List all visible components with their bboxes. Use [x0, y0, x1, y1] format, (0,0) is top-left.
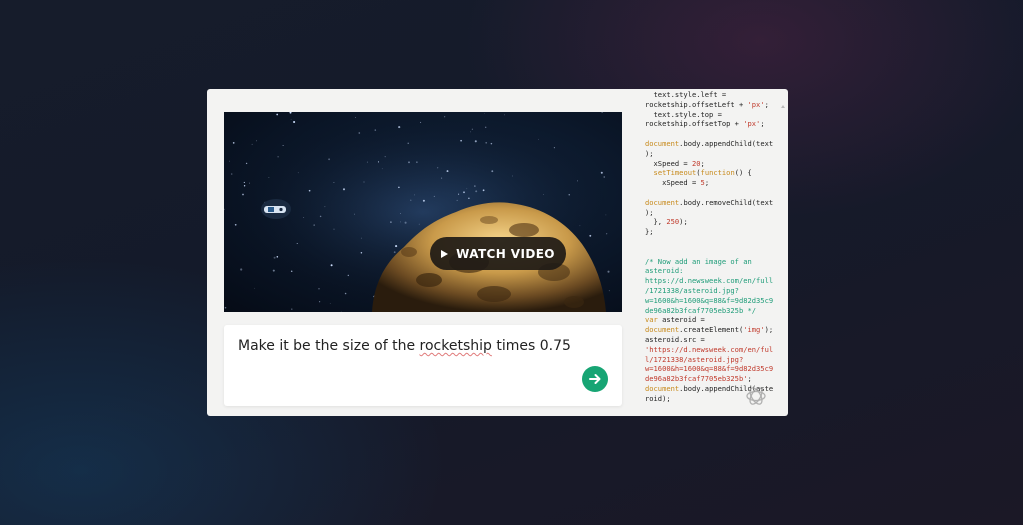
- prompt-text-misspelled: rocketship: [419, 338, 492, 354]
- code-token: ;: [700, 158, 705, 168]
- code-line: };: [645, 227, 775, 237]
- code-line: document.body.removeChild(text: [645, 198, 775, 208]
- video-player[interactable]: WATCH VIDEO: [224, 112, 622, 312]
- code-token: ;: [760, 119, 765, 129]
- code-line: asteroid:: [645, 266, 775, 276]
- code-line: document.createElement('img');: [645, 325, 775, 335]
- code-token: asteroid =: [657, 315, 705, 325]
- code-token: 'px': [743, 119, 761, 129]
- code-token: .createElement(: [679, 325, 744, 335]
- code-token: );: [679, 217, 688, 227]
- code-token: document: [645, 383, 680, 393]
- space-scene-image: [224, 112, 622, 312]
- watch-video-button[interactable]: WATCH VIDEO: [430, 237, 566, 270]
- prompt-input[interactable]: Make it be the size of the rocketship ti…: [224, 325, 622, 406]
- code-line: w=1600&h=1600&q=88&f=9d82d35c9: [645, 364, 775, 374]
- code-token: },: [645, 217, 667, 227]
- code-line: text.style.top =: [645, 110, 775, 120]
- demo-card: WATCH VIDEO Make it be the size of the r…: [207, 89, 788, 416]
- send-button[interactable]: [582, 366, 608, 392]
- code-token: };: [645, 227, 654, 237]
- code-token: rocketship.offsetTop +: [645, 119, 744, 129]
- code-line: text.style.left =: [645, 90, 775, 100]
- code-token: );: [645, 207, 654, 217]
- arrow-right-icon: [589, 374, 601, 384]
- code-line: }, 250);: [645, 217, 775, 227]
- code-token: /* Now add an image of an: [645, 256, 752, 266]
- code-token: rocketship.offsetLeft +: [645, 99, 748, 109]
- code-token: () {: [734, 168, 752, 178]
- code-line: document.body.appendChild(text: [645, 139, 775, 149]
- code-line: /* Now add an image of an: [645, 257, 775, 267]
- code-token: .body.appendChild(text: [679, 138, 774, 148]
- code-line: 'https://d.newsweek.com/en/ful: [645, 345, 775, 355]
- code-token: );: [645, 148, 654, 158]
- code-token: 'px': [747, 99, 765, 109]
- code-content: text.style.left = rocketship.offsetLeft +…: [645, 90, 775, 404]
- code-token: function: [700, 168, 735, 178]
- code-line: setTimeout(function() {: [645, 168, 775, 178]
- scroll-up-icon[interactable]: [781, 105, 785, 108]
- code-token: ;: [704, 178, 710, 188]
- code-token: de96a82b3fcaf7705eb325b': [645, 374, 748, 384]
- code-line: /1721338/asteroid.jpg?: [645, 286, 775, 296]
- code-token: 20: [691, 158, 701, 168]
- code-line: rocketship.offsetTop + 'px';: [645, 119, 775, 129]
- code-token: setTimeout: [653, 168, 697, 178]
- code-line: l/1721338/asteroid.jpg?: [645, 355, 775, 365]
- code-token: ;: [764, 99, 769, 109]
- code-token: var: [645, 315, 658, 325]
- code-line: de96a82b3fcaf7705eb325b */: [645, 306, 775, 316]
- code-line: );: [645, 149, 775, 159]
- code-token: xSpeed =: [645, 178, 701, 188]
- code-token: l/1721338/asteroid.jpg?: [645, 354, 744, 364]
- code-token: /1721338/asteroid.jpg?: [645, 285, 739, 295]
- prompt-text-end: times 0.75: [491, 338, 571, 354]
- code-token: document: [645, 138, 680, 148]
- code-line: var asteroid =: [645, 315, 775, 325]
- openai-logo-icon: [746, 387, 766, 405]
- code-token: text.style.top =: [645, 109, 722, 119]
- code-token: text.style.left =: [645, 90, 727, 99]
- code-line: w=1600&h=1600&q=88&f=9d82d35c9: [645, 296, 775, 306]
- play-icon: [441, 249, 449, 258]
- code-line: );: [645, 208, 775, 218]
- code-token: w=1600&h=1600&q=88&f=9d82d35c9: [645, 295, 774, 305]
- code-token: 'img': [743, 325, 765, 335]
- code-token: ;: [747, 374, 752, 384]
- code-token: .body.removeChild(text: [679, 197, 774, 207]
- code-panel[interactable]: text.style.left = rocketship.offsetLeft +…: [644, 89, 788, 416]
- code-token: w=1600&h=1600&q=88&f=9d82d35c9: [645, 364, 774, 374]
- code-line: rocketship.offsetLeft + 'px';: [645, 100, 775, 110]
- rocketship-shape: [261, 199, 291, 219]
- code-line: xSpeed = 5;: [645, 178, 775, 188]
- prompt-text[interactable]: Make it be the size of the rocketship ti…: [238, 338, 571, 354]
- code-line: https://d.newsweek.com/en/full: [645, 276, 775, 286]
- code-line: xSpeed = 20;: [645, 159, 775, 169]
- code-token: de96a82b3fcaf7705eb325b */: [645, 305, 757, 315]
- code-token: https://d.newsweek.com/en/full: [645, 276, 774, 286]
- code-token: asteroid.src =: [645, 334, 705, 344]
- code-token: 250: [666, 217, 680, 227]
- code-token: asteroid:: [645, 266, 684, 276]
- code-token: roid);: [645, 393, 671, 403]
- code-token: xSpeed =: [645, 158, 692, 168]
- code-line: asteroid.src =: [645, 335, 775, 345]
- prompt-text-start: Make it be the size of the: [238, 338, 420, 354]
- watch-video-label: WATCH VIDEO: [456, 246, 555, 261]
- code-token: document: [645, 197, 680, 207]
- code-token: );: [764, 325, 774, 335]
- code-token: 'https://d.newsweek.com/en/ful: [645, 344, 774, 354]
- code-token: document: [645, 325, 680, 335]
- code-line: de96a82b3fcaf7705eb325b';: [645, 374, 775, 384]
